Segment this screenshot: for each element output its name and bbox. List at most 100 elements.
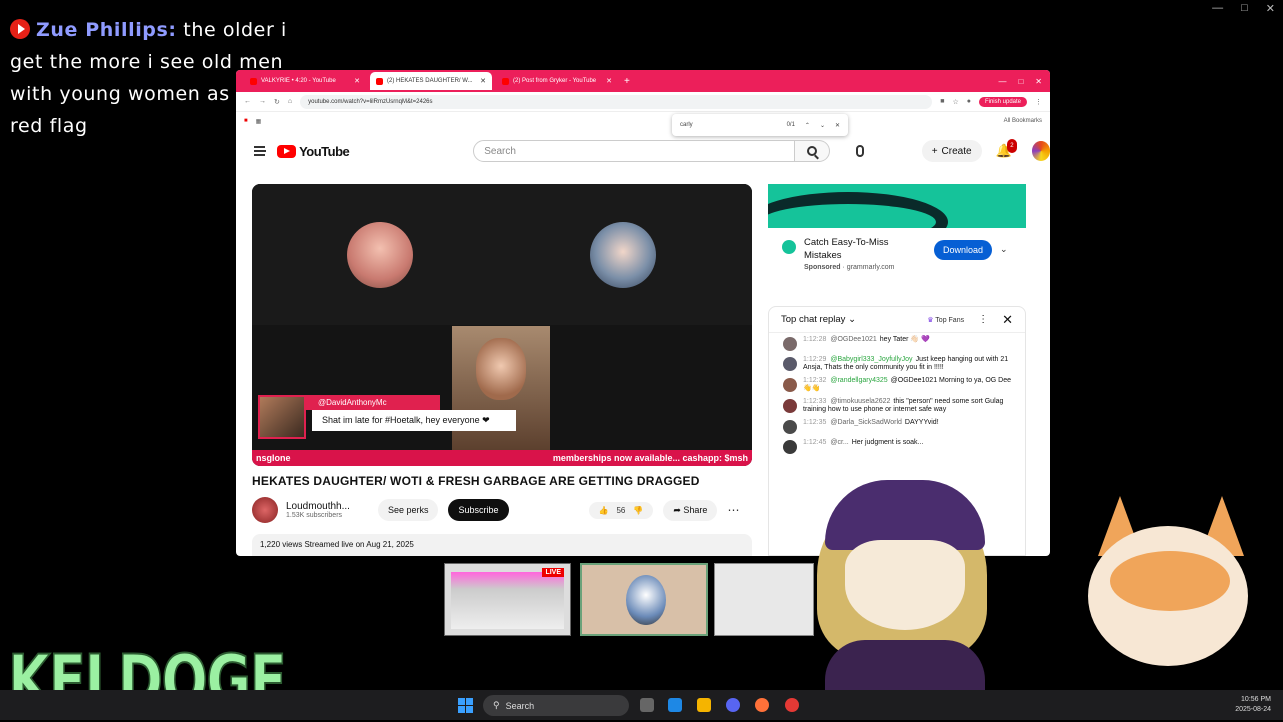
share-button[interactable]: ➦ Share bbox=[663, 499, 718, 521]
taskbar-search[interactable]: ⚲ Search bbox=[483, 695, 629, 716]
copilot-icon[interactable] bbox=[668, 698, 682, 712]
download-button[interactable]: Download bbox=[934, 240, 993, 260]
channel-name[interactable]: Loudmouthh... bbox=[286, 501, 350, 512]
channel-avatar[interactable] bbox=[252, 497, 278, 523]
microphone-icon[interactable] bbox=[856, 145, 864, 157]
chat-avatar bbox=[783, 357, 797, 371]
find-next-icon[interactable]: ⌄ bbox=[820, 122, 825, 129]
minimize-icon[interactable]: — bbox=[998, 77, 1006, 86]
youtube-logo[interactable]: YouTube bbox=[277, 144, 350, 159]
close-tab-icon[interactable]: ✕ bbox=[354, 77, 360, 85]
hamburger-menu-icon[interactable] bbox=[254, 146, 267, 156]
dislike-icon[interactable]: 👎 bbox=[633, 506, 643, 515]
more-actions-icon[interactable]: ⋯ bbox=[727, 503, 739, 517]
chat-author[interactable]: @cr... bbox=[830, 439, 848, 446]
like-icon[interactable]: 👍 bbox=[599, 506, 609, 515]
youtube-bookmark-icon[interactable]: ■ bbox=[244, 118, 248, 124]
window-thumbnail-drawing[interactable] bbox=[714, 563, 814, 636]
chat-message[interactable]: 1:12:45 @cr... Her judgment is soak... bbox=[769, 436, 1025, 456]
chat-message[interactable]: 1:12:33 @timokuusela2622 this "person" nee… bbox=[769, 395, 1025, 416]
windows-taskbar: ⚲ Search 10:56 PM 2025-08-24 bbox=[0, 690, 1283, 720]
search-icon: ⚲ bbox=[493, 700, 500, 710]
home-icon[interactable]: ⌂ bbox=[288, 98, 292, 105]
bookmark-star-icon[interactable]: ☆ bbox=[952, 98, 958, 106]
ad-info: Catch Easy-To-Miss Mistakes Sponsored · … bbox=[782, 236, 1026, 271]
chat-close-icon[interactable]: ✕ bbox=[1002, 312, 1013, 328]
profile-icon[interactable]: ● bbox=[967, 98, 971, 105]
chat-message[interactable]: 1:12:35 @Darla_SickSadWorld DAYYYvid! bbox=[769, 416, 1025, 436]
window-thumbnail-browser[interactable]: LIVE bbox=[444, 563, 571, 636]
find-bar: carly 0/1 ⌃ ⌄ ✕ bbox=[672, 114, 848, 136]
close-tab-icon[interactable]: ✕ bbox=[606, 77, 612, 85]
close-icon[interactable]: ✕ bbox=[1266, 2, 1275, 15]
app-icon[interactable] bbox=[785, 698, 799, 712]
chat-message[interactable]: 1:12:29 @Babygirl333_JoyfullyJoy Just keep… bbox=[769, 353, 1025, 374]
chevron-down-icon[interactable]: ⌄ bbox=[1000, 244, 1008, 255]
chat-author[interactable]: @timokuusela2622 bbox=[830, 398, 890, 405]
discord-icon[interactable] bbox=[726, 698, 740, 712]
chat-message[interactable]: 1:12:28 @OGDee1021 hey Tater 👋🏻 💜 bbox=[769, 333, 1025, 353]
chat-text: hey Tater 👋🏻 💜 bbox=[879, 336, 930, 343]
finish-update-button[interactable]: Finish update bbox=[978, 96, 1027, 107]
search-input[interactable]: Search bbox=[473, 140, 795, 162]
ticker-left-text: nsglone bbox=[256, 453, 291, 463]
notifications-bell-icon[interactable]: 🔔 2 bbox=[996, 139, 1017, 158]
chat-author[interactable]: @Darla_SickSadWorld bbox=[830, 419, 902, 426]
chat-text: Her judgment is soak... bbox=[851, 439, 924, 446]
close-icon[interactable]: ✕ bbox=[1035, 77, 1042, 86]
subscribe-button[interactable]: Subscribe bbox=[448, 499, 509, 521]
chat-menu-icon[interactable]: ⋮ bbox=[978, 314, 988, 325]
chat-author[interactable]: @OGDee1021 bbox=[830, 336, 876, 343]
chat-mode-dropdown[interactable]: Top chat replay ⌄ bbox=[781, 314, 856, 325]
chat-author[interactable]: @randellgary4325 bbox=[830, 377, 887, 384]
extensions-icon[interactable]: ■ bbox=[940, 98, 944, 105]
task-view-icon[interactable] bbox=[640, 698, 654, 712]
minimize-icon[interactable]: — bbox=[1212, 2, 1223, 15]
forward-icon[interactable]: → bbox=[259, 98, 266, 105]
kebab-menu-icon[interactable]: ⋮ bbox=[1035, 98, 1042, 106]
tab-label: (2) Post from Gryker - YouTube bbox=[513, 78, 597, 84]
maximize-icon[interactable]: □ bbox=[1241, 2, 1248, 15]
chat-timestamp: 1:12:45 bbox=[803, 439, 827, 446]
system-clock[interactable]: 10:56 PM 2025-08-24 bbox=[1235, 695, 1271, 715]
search-icon bbox=[806, 146, 817, 156]
ad-banner-image[interactable] bbox=[768, 184, 1026, 228]
url-field[interactable]: youtube.com/watch?v=lilRmzUsrnqM&t=2426s bbox=[300, 94, 933, 109]
search-button[interactable] bbox=[794, 140, 831, 162]
live-badge: LIVE bbox=[542, 568, 564, 577]
video-title: HEKATES DAUGHTER/ WOTI & FRESH GARBAGE A… bbox=[252, 474, 700, 488]
like-dislike-group: 👍 56 👎 bbox=[588, 501, 654, 519]
file-explorer-icon[interactable] bbox=[697, 698, 711, 712]
maximize-icon[interactable]: □ bbox=[1018, 77, 1023, 86]
close-tab-icon[interactable]: ✕ bbox=[480, 77, 486, 85]
account-avatar[interactable] bbox=[1031, 141, 1050, 161]
video-player[interactable]: @DavidAnthonyMc Shat im late for #Hoetal… bbox=[252, 184, 752, 466]
windows-start-icon[interactable] bbox=[458, 698, 473, 713]
description-box[interactable]: 1,220 views Streamed live on Aug 21, 202… bbox=[252, 534, 752, 556]
window-thumbnail-avatar[interactable] bbox=[580, 563, 708, 636]
back-icon[interactable]: ← bbox=[244, 98, 251, 105]
reload-icon[interactable]: ↻ bbox=[274, 98, 280, 106]
chat-mode-label: Top chat replay bbox=[781, 314, 846, 325]
find-prev-icon[interactable]: ⌃ bbox=[805, 122, 810, 129]
host-window-controls[interactable]: — □ ✕ bbox=[1212, 2, 1275, 15]
find-close-icon[interactable]: ✕ bbox=[835, 122, 840, 129]
chat-message[interactable]: 1:12:32 @randellgary4325 @OGDee1021 Mornin… bbox=[769, 374, 1025, 395]
cat-mascot bbox=[1070, 496, 1260, 696]
see-perks-button[interactable]: See perks bbox=[377, 499, 439, 521]
chat-avatar bbox=[783, 399, 797, 413]
create-button[interactable]: + Create bbox=[921, 140, 982, 162]
all-bookmarks-link[interactable]: All Bookmarks bbox=[1004, 118, 1042, 124]
chat-message-body: 1:12:45 @cr... Her judgment is soak... bbox=[803, 439, 923, 454]
ad-title[interactable]: Catch Easy-To-Miss Mistakes bbox=[804, 236, 924, 262]
apps-icon[interactable]: ▦ bbox=[256, 118, 262, 125]
tab-gryker[interactable]: (2) Post from Gryker - YouTube ✕ bbox=[496, 72, 618, 90]
new-tab-icon[interactable]: + bbox=[624, 76, 630, 87]
firefox-icon[interactable] bbox=[755, 698, 769, 712]
find-input[interactable]: carly bbox=[680, 122, 693, 128]
top-fans-button[interactable]: ♛ Top Fans bbox=[927, 316, 964, 324]
chat-timestamp: 1:12:28 bbox=[803, 336, 827, 343]
chat-author[interactable]: @Babygirl333_JoyfullyJoy bbox=[830, 356, 912, 363]
tab-hekates[interactable]: (2) HEKATES DAUGHTER/ W... ✕ bbox=[370, 72, 492, 90]
tab-valkyrie[interactable]: VALKYRIE • 4:20 - YouTube ✕ bbox=[244, 72, 366, 90]
